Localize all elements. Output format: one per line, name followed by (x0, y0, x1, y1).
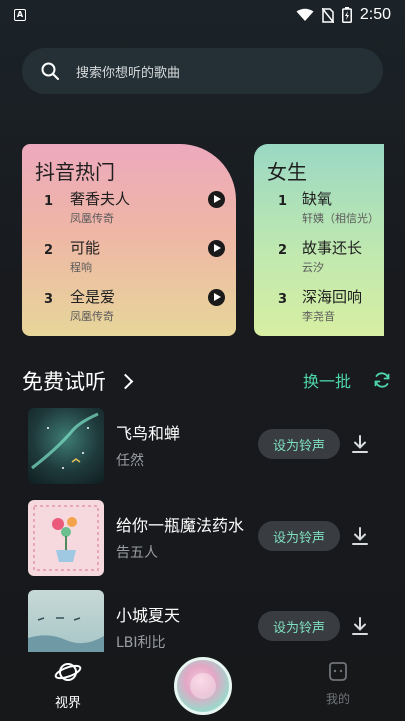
song-artist: LBI利比 (116, 635, 166, 651)
chart-card-title: 女生 (267, 160, 307, 184)
song-title: 深海回响 (302, 288, 363, 306)
wifi-icon (296, 8, 314, 21)
refresh-icon (374, 372, 390, 388)
song-title: 全是爱 (70, 288, 116, 306)
now-playing-disc[interactable] (174, 657, 232, 715)
song-artist: 任然 (116, 453, 144, 469)
rank-number: 1 (44, 194, 54, 209)
song-title: 故事还长 (302, 239, 363, 257)
song-title: 给你一瓶魔法药水 (116, 516, 245, 535)
nav-label: 我的 (325, 692, 350, 706)
song-title: 奢香夫人 (70, 190, 131, 208)
download-icon[interactable] (350, 526, 370, 546)
rank-number: 2 (44, 243, 54, 258)
nav-tab-world[interactable]: 视界 (48, 658, 88, 711)
nav-label: 视界 (54, 696, 81, 711)
bottom-nav: 视界 我的 (0, 652, 405, 721)
list-item[interactable]: 给你一瓶魔法药水 告五人 设为铃声 (28, 500, 388, 576)
set-ringtone-button[interactable]: 设为铃声 (258, 429, 340, 459)
chevron-right-icon (117, 373, 134, 389)
app-notification-icon: A (14, 9, 26, 21)
song-artist: 凤凰传奇 (70, 310, 114, 323)
list-item[interactable]: 飞鸟和蝉 任然 设为铃声 (28, 408, 388, 484)
search-placeholder: 搜索你想听的歌曲 (76, 65, 181, 81)
clock: 2:50 (359, 6, 391, 23)
album-cover (28, 500, 104, 576)
chart-song-row[interactable]: 1 缺氧 轩姨（相信光） (254, 188, 384, 228)
download-icon[interactable] (350, 616, 370, 636)
chart-song-row[interactable]: 1 奢香夫人 凤凰传奇 (22, 188, 236, 228)
song-title: 飞鸟和蝉 (116, 424, 181, 443)
song-artist: 程响 (70, 261, 92, 274)
set-ringtone-button[interactable]: 设为铃声 (258, 521, 340, 551)
chart-card-female[interactable]: 女生 1 缺氧 轩姨（相信光） 2 故事还长 云汐 3 深海回响 李尧音 (254, 144, 384, 336)
disc-center (190, 673, 216, 699)
song-artist: 云汐 (302, 261, 324, 274)
battery-charging-icon (341, 7, 352, 23)
search-icon (41, 62, 59, 80)
song-artist: 凤凰传奇 (70, 212, 114, 225)
chart-card-title: 抖音热门 (35, 160, 115, 184)
play-icon[interactable] (208, 289, 225, 306)
set-ringtone-button[interactable]: 设为铃声 (258, 611, 340, 641)
rank-number: 2 (278, 243, 288, 258)
no-sim-icon (321, 7, 334, 23)
status-bar: A 2:50 (0, 0, 405, 30)
chart-card-douyin-hot[interactable]: 抖音热门 1 奢香夫人 凤凰传奇 2 可能 程响 3 全是爱 凤凰传奇 (22, 144, 236, 336)
chart-song-row[interactable]: 2 故事还长 云汐 (254, 237, 384, 277)
play-icon[interactable] (208, 191, 225, 208)
planet-icon (54, 663, 82, 681)
song-title: 可能 (70, 239, 101, 257)
album-cover (28, 408, 104, 484)
song-artist: 轩姨（相信光） (302, 212, 379, 225)
chart-song-row[interactable]: 3 深海回响 李尧音 (254, 286, 384, 326)
smiley-face-icon (329, 662, 347, 681)
song-artist: 告五人 (116, 545, 158, 561)
download-icon[interactable] (350, 434, 370, 454)
nav-tab-me[interactable]: 我的 (320, 660, 356, 707)
rank-number: 3 (278, 292, 288, 307)
play-icon[interactable] (208, 240, 225, 257)
app-screen: A 2:50 搜索你想听的歌曲 抖音热门 1 奢香夫人 凤凰传奇 2 可能 程响… (0, 0, 405, 721)
song-artist: 李尧音 (302, 310, 335, 323)
rank-number: 1 (278, 194, 288, 209)
section-title: 免费试听 (22, 370, 106, 394)
refresh-label: 换一批 (303, 372, 352, 391)
search-bar[interactable]: 搜索你想听的歌曲 (22, 48, 383, 94)
rank-number: 3 (44, 292, 54, 307)
refresh-button[interactable]: 换一批 (303, 368, 391, 392)
free-trial-header[interactable]: 免费试听 (22, 366, 134, 396)
song-title: 缺氧 (302, 190, 333, 208)
song-title: 小城夏天 (116, 606, 181, 625)
chart-song-row[interactable]: 3 全是爱 凤凰传奇 (22, 286, 236, 326)
chart-song-row[interactable]: 2 可能 程响 (22, 237, 236, 277)
